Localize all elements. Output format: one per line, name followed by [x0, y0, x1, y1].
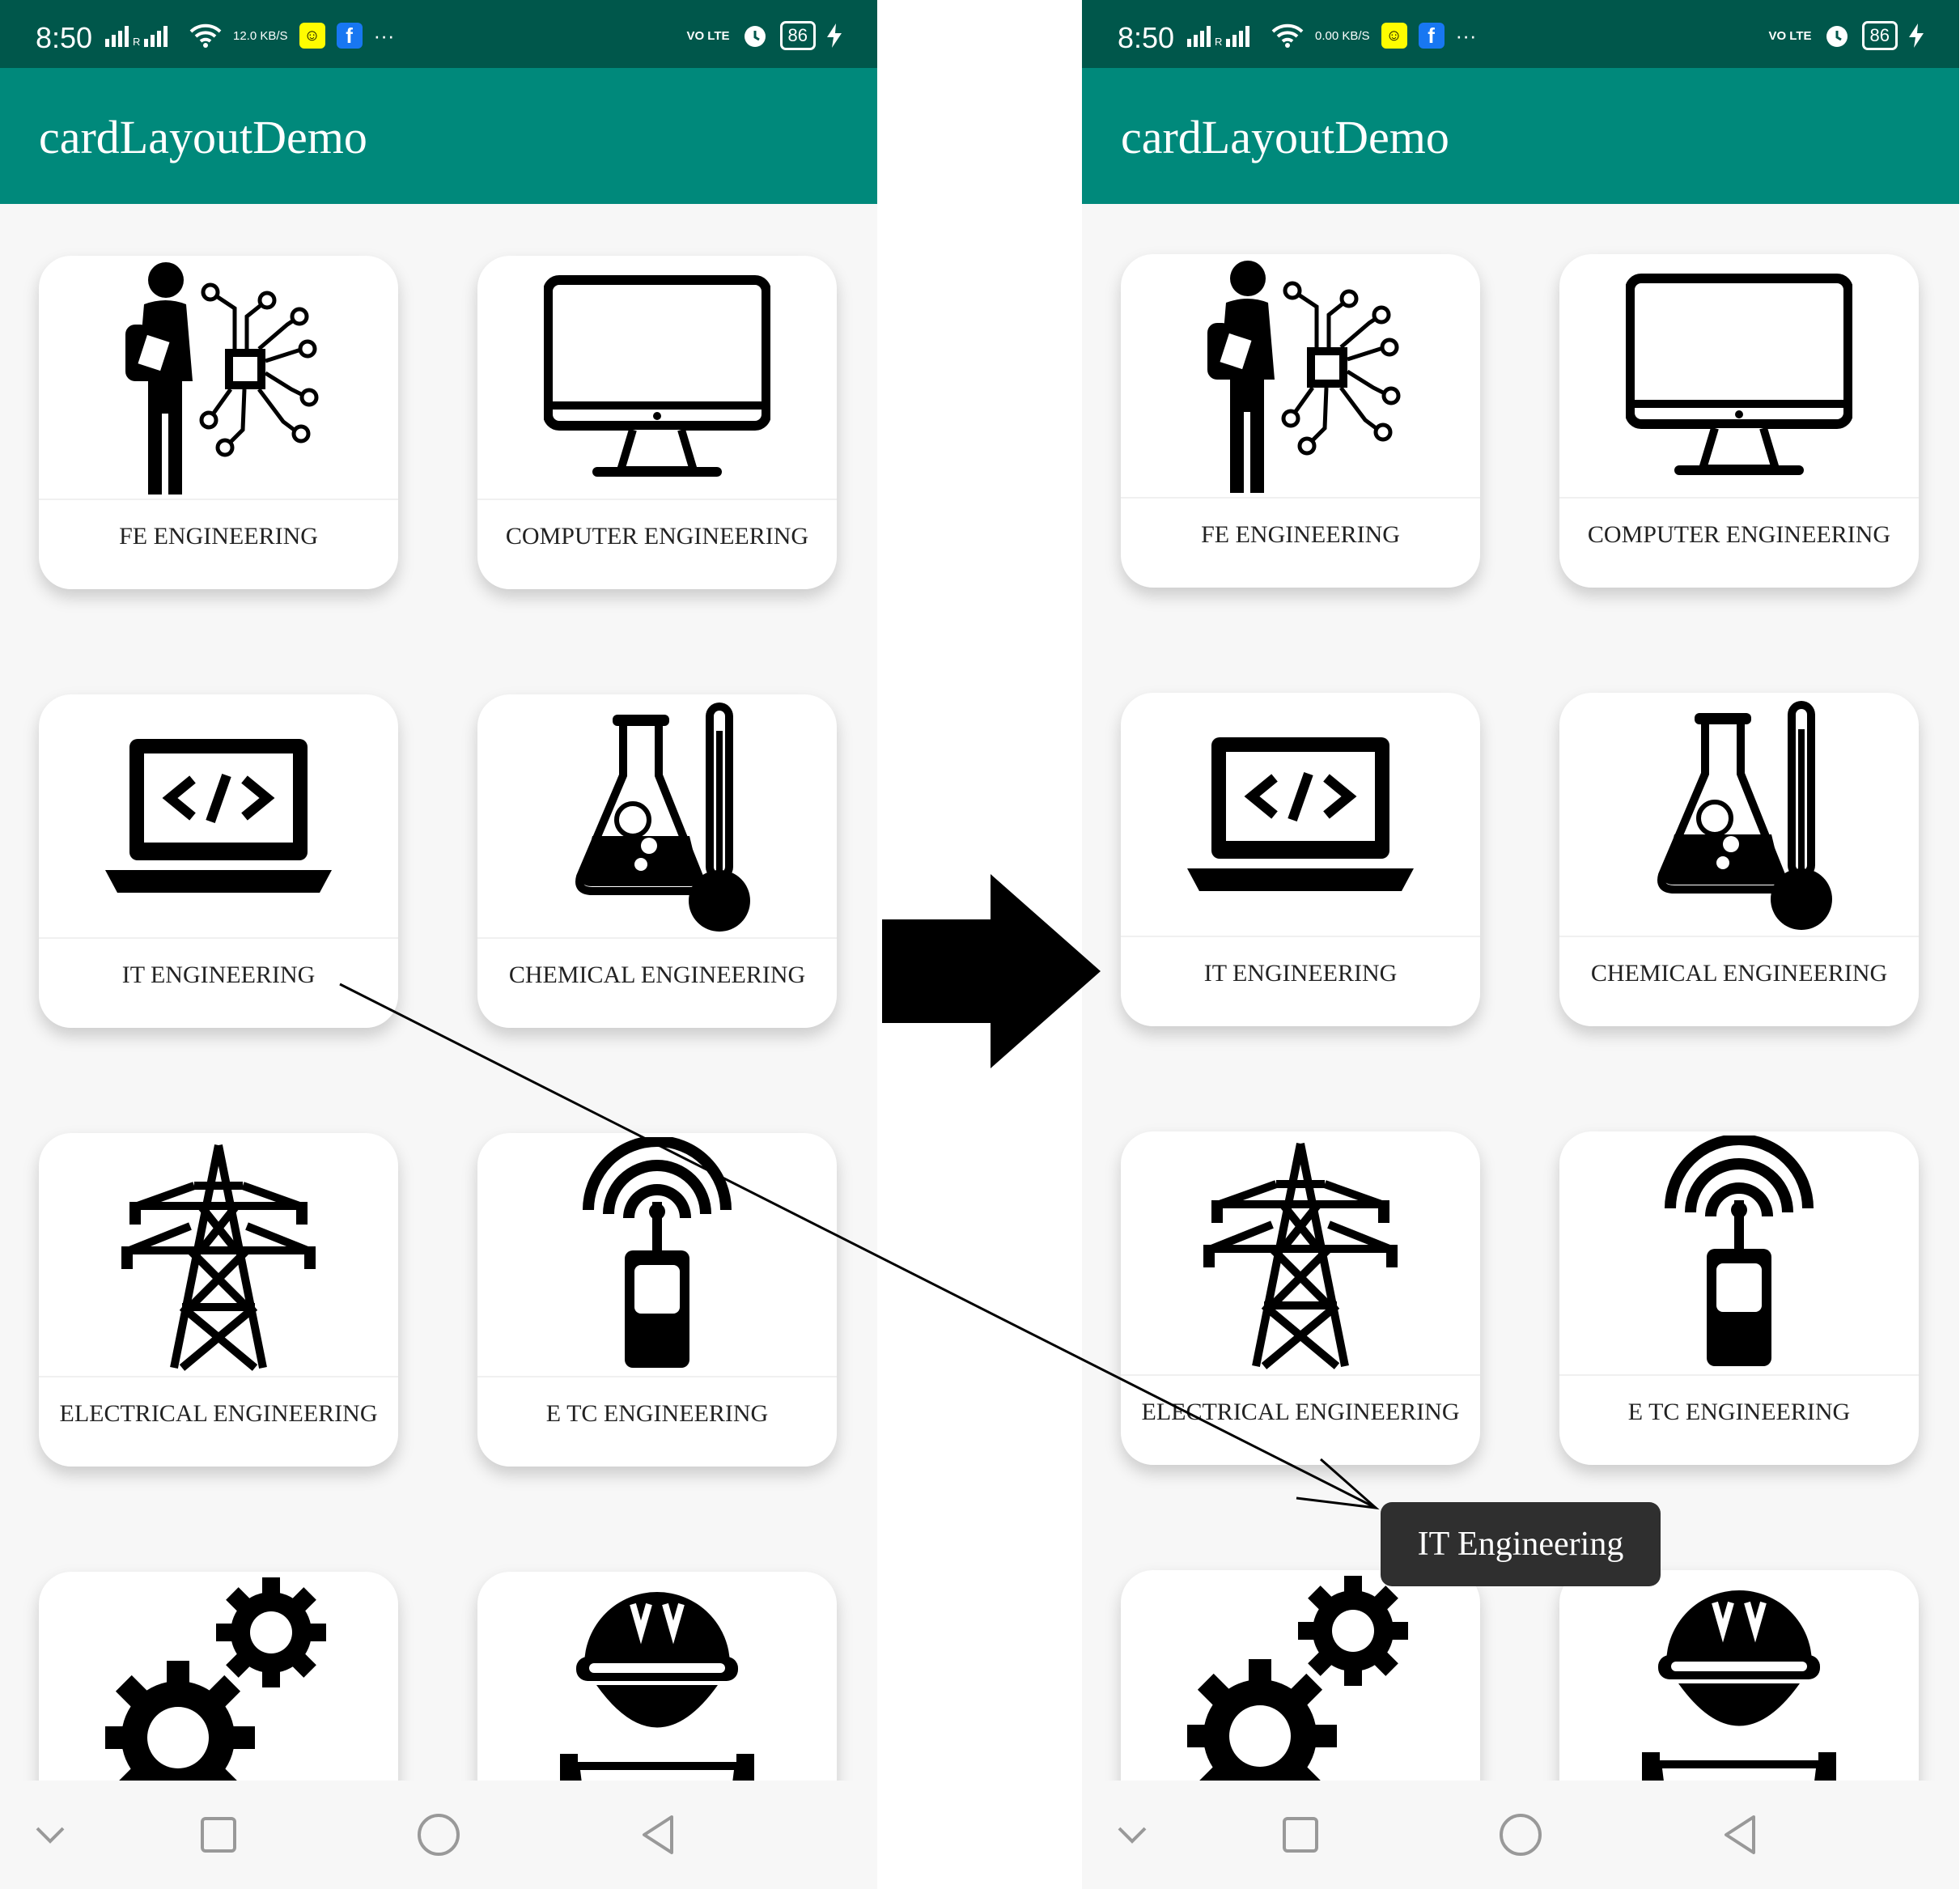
card-label: COMPUTER ENGINEERING [505, 523, 809, 550]
card-label: FE ENGINEERING [119, 523, 318, 550]
alarm-icon [1826, 26, 1848, 47]
back-triangle-icon[interactable] [1715, 1809, 1767, 1861]
laptop-code-icon [105, 698, 332, 933]
card-it-engineering[interactable]: IT ENGINEERING [1121, 693, 1480, 1026]
card-label: CHEMICAL ENGINEERING [1590, 960, 1888, 987]
card-chemical-engineering[interactable]: CHEMICAL ENGINEERING [1559, 693, 1919, 1026]
more-notifications: ··· [1455, 23, 1477, 48]
laptop-code-icon [1187, 697, 1414, 932]
volte-indicator: VO LTE [686, 28, 730, 43]
gears-icon [105, 1576, 332, 1810]
power-tower-icon [105, 1137, 332, 1372]
card-label: ELECTRICAL ENGINEERING [1141, 1399, 1460, 1425]
right-arrow-icon [882, 874, 1101, 1068]
home-circle-icon[interactable] [1495, 1809, 1546, 1861]
cell-signal-icon: R [105, 26, 168, 47]
card-electrical-engineering[interactable]: ELECTRICAL ENGINEERING [39, 1133, 398, 1467]
recents-square-icon[interactable] [1275, 1809, 1326, 1861]
phone-screen-before: 8:50 R 12.0 KB/S ☺ f ··· VO LTE 86 cardL… [0, 0, 877, 1889]
student-circuit-icon [1187, 258, 1414, 493]
gears-icon [1187, 1574, 1414, 1809]
snapchat-icon: ☺ [299, 23, 325, 49]
card-label: FE ENGINEERING [1201, 521, 1400, 548]
volte-indicator: VO LTE [1768, 28, 1812, 43]
phone-screen-after: 8:50 R 0.00 KB/S ☺ f ··· VO LTE 86 cardL… [1082, 0, 1959, 1889]
card-electrical-engineering[interactable]: ELECTRICAL ENGINEERING [1121, 1131, 1480, 1465]
wifi-icon [1271, 23, 1304, 48]
network-speed: 0.00 KB/S [1315, 28, 1370, 43]
walkie-talkie-signal-icon [1626, 1136, 1852, 1370]
engineer-helmet-icon [1626, 1574, 1852, 1809]
card-etc-engineering[interactable]: E TC ENGINEERING [477, 1133, 837, 1467]
recents-square-icon[interactable] [193, 1809, 244, 1861]
battery-level: 86 [1861, 21, 1898, 50]
card-label: E TC ENGINEERING [1627, 1399, 1851, 1425]
app-bar: cardLayoutDemo [0, 68, 877, 204]
svg-text:R: R [1215, 36, 1222, 47]
facebook-icon: f [1418, 23, 1445, 49]
back-triangle-icon[interactable] [633, 1809, 685, 1861]
battery-level: 86 [779, 21, 816, 50]
flask-thermometer-icon [544, 698, 770, 933]
card-label: ELECTRICAL ENGINEERING [59, 1400, 378, 1427]
snapchat-icon: ☺ [1381, 23, 1407, 49]
facebook-icon: f [336, 23, 363, 49]
engineer-helmet-icon [544, 1576, 770, 1810]
desktop-monitor-icon [1626, 258, 1852, 493]
app-title: cardLayoutDemo [1121, 111, 1449, 163]
card-label: CHEMICAL ENGINEERING [508, 961, 806, 988]
card-etc-engineering[interactable]: E TC ENGINEERING [1559, 1131, 1919, 1465]
card-label: IT ENGINEERING [1203, 960, 1398, 987]
toast-message: IT Engineering [1381, 1502, 1661, 1586]
card-label: COMPUTER ENGINEERING [1587, 521, 1891, 548]
desktop-monitor-icon [544, 260, 770, 495]
status-bar: 8:50 R 0.00 KB/S ☺ f ··· VO LTE 86 [1082, 0, 1959, 68]
status-time: 8:50 [1118, 21, 1175, 54]
svg-text:R: R [133, 36, 140, 47]
app-title: cardLayoutDemo [39, 111, 367, 163]
student-circuit-icon [105, 260, 332, 495]
navigation-bar [0, 1781, 877, 1889]
flask-thermometer-icon [1626, 697, 1852, 932]
wifi-icon [189, 23, 222, 48]
navigation-bar [1082, 1781, 1959, 1889]
walkie-talkie-signal-icon [544, 1137, 770, 1372]
card-label: E TC ENGINEERING [545, 1400, 769, 1427]
app-bar: cardLayoutDemo [1082, 68, 1959, 204]
card-it-engineering[interactable]: IT ENGINEERING [39, 694, 398, 1028]
cell-signal-icon: R [1187, 26, 1249, 47]
card-label: IT ENGINEERING [121, 961, 316, 988]
status-bar: 8:50 R 12.0 KB/S ☺ f ··· VO LTE 86 [0, 0, 877, 68]
status-time: 8:50 [36, 21, 93, 54]
card-computer-engineering[interactable]: COMPUTER ENGINEERING [477, 256, 837, 589]
charging-bolt-icon [1909, 23, 1924, 48]
alarm-icon [744, 26, 766, 47]
chevron-down-icon[interactable] [1106, 1809, 1158, 1861]
home-circle-icon[interactable] [413, 1809, 465, 1861]
card-fe-engineering[interactable]: FE ENGINEERING [39, 256, 398, 589]
charging-bolt-icon [827, 23, 842, 48]
card-fe-engineering[interactable]: FE ENGINEERING [1121, 254, 1480, 588]
card-chemical-engineering[interactable]: CHEMICAL ENGINEERING [477, 694, 837, 1028]
chevron-down-icon[interactable] [24, 1809, 76, 1861]
network-speed: 12.0 KB/S [233, 28, 288, 43]
power-tower-icon [1187, 1136, 1414, 1370]
card-computer-engineering[interactable]: COMPUTER ENGINEERING [1559, 254, 1919, 588]
more-notifications: ··· [373, 23, 395, 48]
